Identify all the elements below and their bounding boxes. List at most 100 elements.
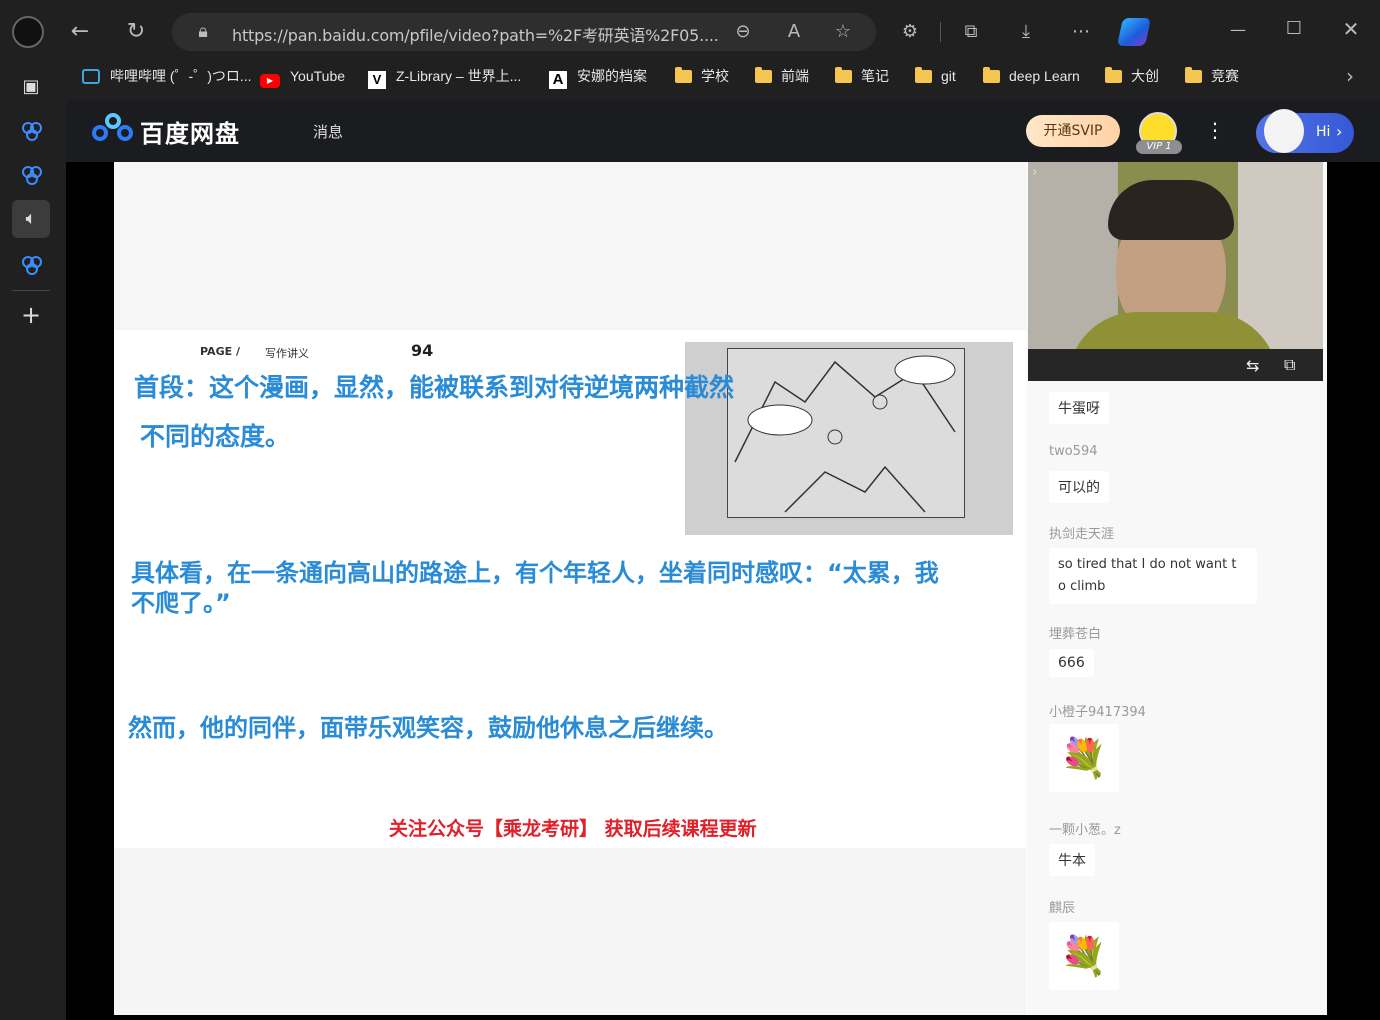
webcam-feed [1028,162,1323,381]
chat-message: 可以的 [1049,471,1109,503]
vip-level-badge: VIP 1 [1136,140,1182,154]
bookmark-folder-competition[interactable]: 竞赛 [1185,64,1239,88]
baidu-pan-icon [22,256,42,275]
slide-paragraph-3: 然而，他的同伴，面带乐观笑容，鼓励他休息之后继续。 [128,714,728,742]
tab-actions-icon[interactable]: ▣ [12,68,50,106]
download-icon[interactable]: ⤓ [1011,17,1041,47]
chat-username: 执剑走天涯 [1049,527,1115,542]
folder-icon [755,67,772,83]
bookmark-zlibrary[interactable]: V Z-Library – 世界上... [368,64,522,89]
zlibrary-icon: V [368,71,386,89]
youtube-icon: ▶ [260,74,280,88]
more-options-icon[interactable]: ⋮ [1205,118,1225,142]
close-icon[interactable]: ✕ [1335,13,1367,45]
open-svip-button[interactable]: 开通SVIP [1026,115,1120,147]
slide-lower-area [114,848,1026,1015]
folder-icon [835,67,852,83]
folder-icon [1105,67,1122,83]
webcam-swap-icon[interactable]: ⇆ [1246,356,1259,375]
chat-username: two594 [1049,444,1098,459]
chat-message: so tired that I do not want t o climb [1049,548,1257,604]
bookmark-folder-deep-learn[interactable]: deep Learn [983,64,1080,88]
bookmark-folder-school[interactable]: 学校 [675,64,729,88]
chevron-right-icon: › [1336,122,1343,141]
gift-rose-icon: 💐 [1049,724,1119,792]
chat-message: 牛蛋呀 [1049,392,1109,424]
more-menu-icon[interactable]: ⋯ [1066,17,1096,47]
annas-archive-icon: A [549,71,567,89]
bookmark-label: git [941,68,956,84]
sidebar-tab-baidu-pan-3[interactable] [12,246,50,284]
bookmark-label: 前端 [781,68,809,84]
bookmark-label: YouTube [290,68,346,84]
slide-paragraph-2-line-2: 不爬了。” [131,589,231,617]
bookmark-folder-frontend[interactable]: 前端 [755,64,809,88]
url-text[interactable]: https://pan.baidu.com/pfile/video?path=%… [232,22,719,46]
folder-icon [1185,67,1202,83]
bookmark-annas-archive[interactable]: A 安娜的档案 [549,64,647,89]
slide-blank-area [114,162,1026,330]
hi-assistant-button[interactable]: Hi › [1256,109,1354,153]
bookmark-label: 安娜的档案 [577,68,647,84]
minimize-icon[interactable]: — [1222,14,1254,46]
bookmark-label: deep Learn [1009,68,1080,84]
lock-icon[interactable]: 🔒︎ [188,17,218,47]
folder-icon [675,67,692,83]
webcam-collapse-chevron-icon[interactable]: › [1032,164,1038,180]
bookmark-folder-dachuang[interactable]: 大创 [1105,64,1159,88]
bookmark-label: Z-Library – 世界上... [396,68,522,84]
baidu-pan-header [66,100,1380,162]
back-arrow-icon[interactable]: ← [64,16,96,48]
folder-icon [983,67,1000,83]
bilibili-icon [82,69,100,84]
chat-username: 小橙子9417394 [1049,705,1146,720]
bookmark-youtube[interactable]: ▶ YouTube [260,64,345,88]
bookmark-label: 竞赛 [1211,68,1239,84]
bookmark-label: 哔哩哔哩 (゜-゜)つロ... [110,68,252,84]
slide-paragraph-1-line-2: 不同的态度。 [140,422,291,451]
cartoon-illustration [685,342,1013,535]
add-tab-plus-icon[interactable]: + [12,296,50,334]
slide-page-number: 94 [411,341,434,360]
slide-paragraph-2-line-1: 具体看，在一条通向高山的路途上，有个年轻人，坐着同时感叹：“太累，我 [131,559,939,587]
bookmark-bilibili[interactable]: 哔哩哔哩 (゜-゜)つロ... [82,64,252,88]
chat-username: 埋葬苍白 [1049,627,1102,642]
webcam-popout-icon[interactable]: ⧉ [1284,355,1295,375]
extensions-icon[interactable]: ⚙ [895,17,925,47]
speaker-icon: 🔈︎ [25,208,37,229]
baidu-pan-logo-icon[interactable] [92,113,134,147]
hi-label: Hi [1316,124,1331,140]
messages-link[interactable]: 消息 [313,121,343,142]
bookmark-label: 学校 [701,68,729,84]
chat-message: 牛本 [1049,844,1095,876]
browser-profile-avatar[interactable] [12,16,44,48]
bookmark-label: 笔记 [861,68,889,84]
sidebar-tab-baidu-pan-1[interactable] [12,112,50,150]
sidebar-tab-baidu-pan-2[interactable] [12,156,50,194]
refresh-icon[interactable]: ↻ [120,16,152,48]
slide-page-label: PAGE / [200,345,240,358]
slide-footer-notice: 关注公众号【乘龙考研】 获取后续课程更新 [389,818,757,840]
star-favorite-icon[interactable]: ☆ [828,17,858,47]
read-aloud-icon[interactable]: A [779,17,809,47]
chat-username: 麒辰 [1049,901,1076,916]
zoom-out-icon[interactable]: ⊖ [728,17,758,47]
slide-section-label: 写作讲义 [265,347,309,360]
slide-paragraph-1-line-1: 首段：这个漫画，显然，能被联系到对待逆境两种截然 [134,373,735,402]
bookmarks-overflow-chevron-icon[interactable]: › [1334,60,1366,92]
maximize-icon[interactable]: ☐ [1278,13,1310,45]
baidu-pan-logo-text[interactable]: 百度网盘 [140,114,240,149]
baidu-pan-icon [22,166,42,185]
bookmark-folder-git[interactable]: git [915,64,956,88]
collections-icon[interactable]: ⧉ [956,17,986,47]
folder-icon [915,67,932,83]
assistant-mascot-icon [1264,109,1304,153]
toolbar-divider [940,22,941,42]
bookmark-folder-notes[interactable]: 笔记 [835,64,889,88]
mountain-drawing [734,355,956,513]
baidu-pan-icon [22,122,42,141]
sidebar-tab-audio-playing[interactable]: 🔈︎ [12,200,50,238]
gift-rose-icon: 💐 [1049,922,1119,990]
chat-message: 666 [1049,649,1094,677]
chat-username: 一颗小葱。z [1049,823,1121,838]
